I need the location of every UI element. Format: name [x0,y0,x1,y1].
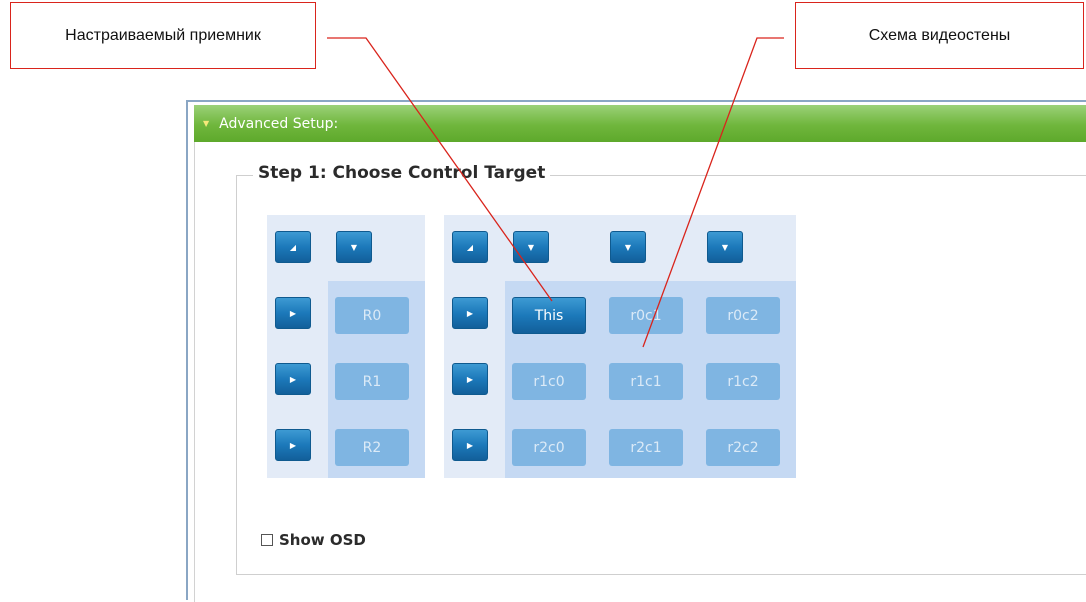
wall-cell-r1c2[interactable]: r1c2 [706,363,780,400]
wall-cell-r1c0[interactable]: r1c0 [512,363,586,400]
wall-cell-r2c0[interactable]: r2c0 [512,429,586,466]
corner-triangle-icon: ◢ [289,242,297,252]
checkbox-square-icon[interactable] [261,534,273,546]
row-select-button-r0[interactable]: ▶ [275,297,311,329]
column-select-button-c0[interactable]: ▼ [513,231,549,263]
wall-cell-this[interactable]: This [512,297,586,334]
advanced-setup-header[interactable]: ▼ Advanced Setup: [194,105,1086,142]
select-all-wall-button[interactable]: ◢ [452,231,488,263]
wall-row-select-button-r0[interactable]: ▶ [452,297,488,329]
callout-videowall: Схема видеостены [795,2,1084,69]
caret-down-icon: ▼ [527,242,535,252]
step-title: Step 1: Choose Control Target [253,163,551,183]
wall-cell-r2c1[interactable]: r2c1 [609,429,683,466]
wall-cell-r1c1[interactable]: r1c1 [609,363,683,400]
row-cell-r2[interactable]: R2 [335,429,409,466]
callout-receiver: Настраиваемый приемник [10,2,316,69]
row-cell-r1[interactable]: R1 [335,363,409,400]
wall-cell-r0c2[interactable]: r0c2 [706,297,780,334]
column-select-button-c1[interactable]: ▼ [610,231,646,263]
select-all-rows-button[interactable]: ◢ [275,231,311,263]
panel-title: Advanced Setup: [219,115,339,132]
caret-right-icon: ▶ [466,440,474,450]
caret-right-icon: ▶ [466,374,474,384]
rows-column-select-button[interactable]: ▼ [336,231,372,263]
callout-receiver-text: Настраиваемый приемник [65,26,261,44]
caret-down-icon: ▼ [350,242,358,252]
row-select-button-r1[interactable]: ▶ [275,363,311,395]
wall-cell-r0c1[interactable]: r0c1 [609,297,683,334]
wall-cell-r2c2[interactable]: r2c2 [706,429,780,466]
wall-row-select-button-r1[interactable]: ▶ [452,363,488,395]
caret-right-icon: ▶ [289,374,297,384]
expand-caret-icon: ▼ [203,119,210,128]
wall-row-select-button-r2[interactable]: ▶ [452,429,488,461]
caret-down-icon: ▼ [624,242,632,252]
show-osd-checkbox[interactable]: Show OSD [261,531,366,549]
caret-right-icon: ▶ [466,308,474,318]
column-select-button-c2[interactable]: ▼ [707,231,743,263]
row-select-button-r2[interactable]: ▶ [275,429,311,461]
callout-videowall-text: Схема видеостены [868,26,1011,44]
caret-right-icon: ▶ [289,440,297,450]
show-osd-label: Show OSD [279,531,366,549]
caret-down-icon: ▼ [721,242,729,252]
caret-right-icon: ▶ [289,308,297,318]
corner-triangle-icon: ◢ [466,242,474,252]
row-cell-r0[interactable]: R0 [335,297,409,334]
